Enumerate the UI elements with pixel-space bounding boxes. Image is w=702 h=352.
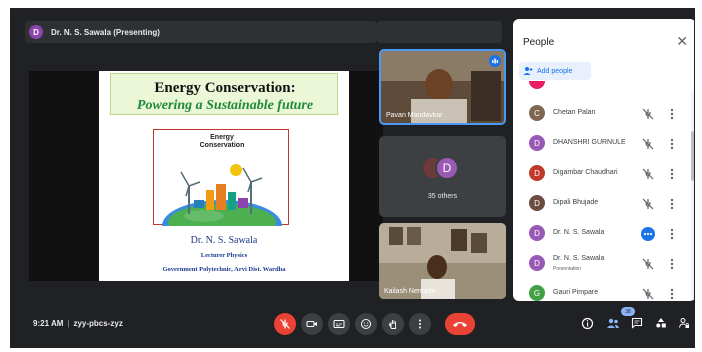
avatar: D [529,255,545,271]
more-options-icon[interactable] [668,167,676,181]
earth-wind-illustration [162,164,282,226]
more-options-icon[interactable] [668,137,676,151]
participant-name: Pavan Mandavkar [386,112,443,119]
slide-role: Lecturer Physics [200,252,248,259]
mic-toggle-button[interactable] [274,313,296,335]
people-icon [607,318,619,328]
presenter-label: Dr. N. S. Sawala (Presenting) [51,27,160,37]
participant-name: Kailash Nemade [384,288,436,295]
info-icon [581,317,593,329]
avatar: D [529,225,545,241]
speaking-indicator-icon [489,55,501,67]
participant-row[interactable]: D Dr. N. S. Sawala Presentation [513,249,693,279]
presenting-banner: D Dr. N. S. Sawala (Presenting) [25,21,377,43]
participant-name: Dipali Bhujade [553,199,599,206]
mic-off-icon [280,319,290,329]
host-controls-button[interactable] [676,315,692,331]
raise-hand-button[interactable] [382,313,404,335]
participant-row[interactable]: D DHANSHRI GURNULE [513,129,693,159]
slide-title-box: Energy Conservation: Powering a Sustaina… [110,73,338,115]
presentation-slide: Energy Conservation: Powering a Sustaina… [99,71,349,281]
slide-institute: Government Polytechnic, Arvi Dist. Wardh… [162,266,286,273]
avatar: D [529,195,545,211]
add-person-icon [523,67,533,75]
avatar: C [529,105,545,121]
hand-icon [388,320,396,329]
captions-button[interactable] [328,313,350,335]
presenter-avatar: D [29,25,43,39]
mic-off-icon [642,168,654,180]
more-options-button[interactable] [409,313,431,335]
meeting-code: zyy-pbcs-zyz [73,319,123,328]
close-icon[interactable]: ✕ [676,33,688,50]
others-count: 35 others [427,193,458,200]
meeting-info: 9:21 AM | zyy-pbcs-zyz [33,319,123,328]
add-people-button[interactable]: Add people [519,62,591,80]
add-people-label: Add people [537,67,573,75]
separator: | [67,319,70,328]
mic-off-icon [642,198,654,210]
emoji-icon [361,319,371,329]
others-avatar: D [435,156,459,180]
avatar: D [529,165,545,181]
participant-row[interactable]: D Dipali Bhujade [513,189,693,219]
mic-off-icon [642,108,654,120]
participant-row[interactable]: D Digambar Chaudhari [513,159,693,189]
participant-name: Digambar Chaudhari [553,169,618,176]
meeting-details-button[interactable] [579,315,595,331]
slide-subtitle: Powering a Sustainable future [136,98,314,113]
participant-row[interactable]: D Dr. N. S. Sawala [513,219,693,249]
mic-off-icon [642,288,654,300]
avatar: G [529,285,545,301]
camera-icon [306,321,317,327]
more-options-icon[interactable] [668,227,676,241]
avatar: D [529,135,545,151]
participant-subtitle: Presentation [553,266,582,272]
leave-call-button[interactable] [445,313,475,335]
more-vert-icon [419,319,421,329]
participant-name: Gauri Pimpare [553,289,599,296]
more-options-icon[interactable] [668,287,676,301]
reactions-button[interactable] [355,313,377,335]
more-options-icon[interactable] [668,257,676,271]
energy-conservation-image: Energy Conservation [153,129,289,226]
activities-button[interactable] [653,315,669,331]
activities-icon [656,318,666,328]
slide-author: Dr. N. S. Sawala [190,235,258,246]
more-options-icon[interactable] [668,107,676,121]
top-bar-right [377,21,502,43]
people-button[interactable] [605,315,621,331]
mic-off-icon [642,258,654,270]
phone-hangup-icon [453,322,467,327]
chat-icon [631,317,643,329]
avatar [529,81,545,89]
participant-name: Dr. N. S. Sawala [553,255,605,262]
lock-person-icon [679,318,689,328]
participant-name: DHANSHRI GURNULE [553,139,626,146]
slide-title: Energy Conservation: [154,80,296,96]
others-tile[interactable]: D 35 others [379,136,506,217]
meet-window: D Dr. N. S. Sawala (Presenting) Energy C… [10,8,695,348]
participant-name: Chetan Palan [553,109,596,116]
participant-row[interactable]: C Chetan Palan [513,99,693,129]
participant-tile[interactable]: Pavan Mandavkar [379,49,506,125]
mic-off-icon [642,138,654,150]
camera-toggle-button[interactable] [301,313,323,335]
panel-title: People [523,37,555,48]
chat-button[interactable] [629,315,645,331]
participant-row[interactable]: G Gauri Pimpare [513,279,693,301]
people-panel: People ✕ Add people C Chetan Palan D DHA… [513,19,694,301]
participant-tile[interactable]: Kailash Nemade [379,223,506,299]
more-options-icon[interactable] [668,197,676,211]
captions-icon [333,320,345,328]
clock-time: 9:21 AM [33,319,64,328]
speaking-dots-icon [641,227,655,241]
participant-name: Dr. N. S. Sawala [553,229,605,236]
